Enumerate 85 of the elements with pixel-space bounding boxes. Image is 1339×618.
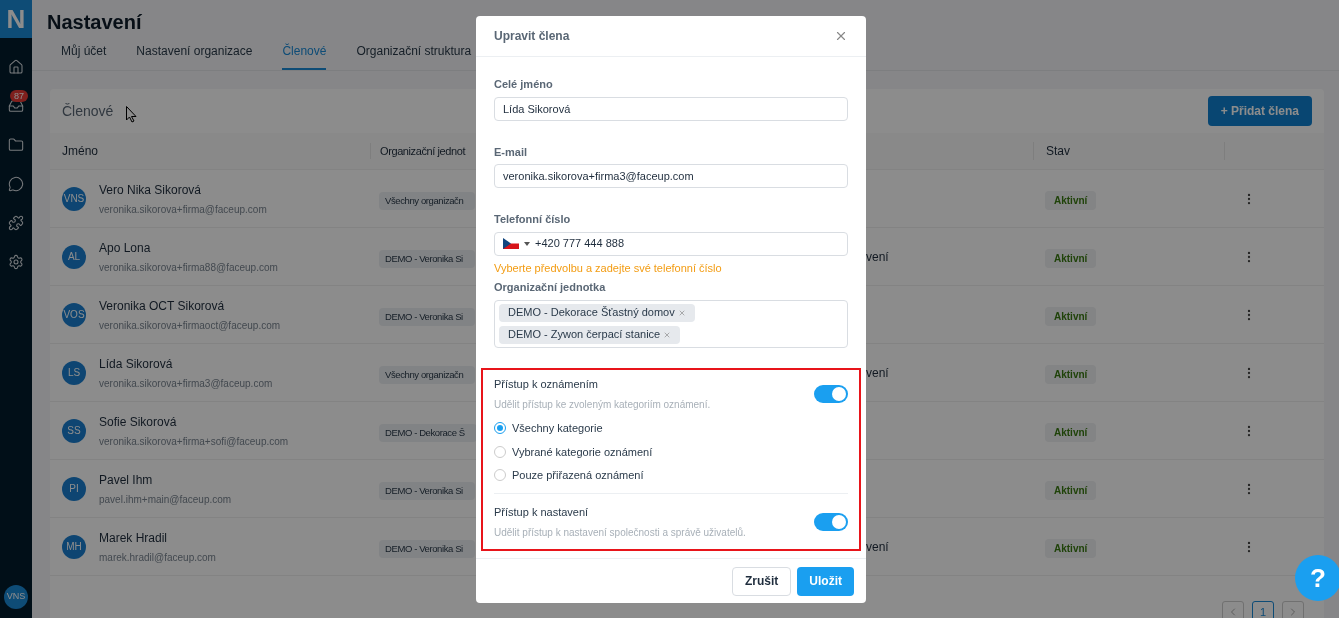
app-logo[interactable]: N [0, 0, 32, 38]
member-avatar: AL [62, 244, 86, 269]
member-email: marek.hradil@faceup.com [99, 550, 216, 565]
member-email: veronika.sikorova+firma+sofi@faceup.com [99, 434, 289, 449]
unit-tag: DEMO - Dekorace Š [379, 423, 477, 442]
status-badge: Aktivní [1045, 306, 1097, 326]
page-title: Nastavení [47, 10, 143, 34]
caret-icon[interactable] [524, 241, 530, 246]
table-cell: vení [866, 539, 889, 554]
radio-label: Pouze přiřazená oznámení [512, 468, 644, 483]
folder-icon[interactable] [8, 137, 24, 153]
column-header: Stav [1033, 142, 1224, 160]
member-email: pavel.ihm+main@faceup.com [99, 492, 232, 507]
tag-label: DEMO - Zywon čerpací stanice [508, 327, 661, 343]
setting-title: Přístup k nastavení [494, 504, 590, 520]
field-label: E-mail [494, 144, 528, 160]
table-cell: vení [866, 365, 889, 380]
setting-description: Udělit přístup ke zvoleným kategoriím oznámení. [494, 398, 711, 412]
member-avatar: VOS [62, 302, 86, 327]
member-name: Marek Hradil [99, 529, 168, 547]
phone-field[interactable]: +420 777 444 888 [494, 231, 848, 256]
page-button[interactable]: 1 [1252, 601, 1274, 618]
setting-description: Udělit přístup k nastavení společnosti a správě uživatelů. [494, 526, 746, 540]
unit-tag: DEMO - Veronika Si [379, 249, 475, 268]
radio-label: Všechny kategorie [512, 421, 603, 436]
unit-tag: Všechny organizačn [379, 191, 476, 210]
member-name: Apo Lona [99, 239, 152, 257]
unit-tag: Všechny organizačn [379, 365, 476, 384]
setting-title: Přístup k oznámením [494, 376, 599, 392]
add-member-button[interactable]: + Přidat člena [1207, 96, 1312, 126]
member-email: veronika.sikorova+firmaoct@faceup.com [99, 318, 281, 333]
tab[interactable]: Organizační struktura [356, 42, 472, 70]
field-hint: Vyberte předvolbu a zadejte své telefonní číslo [494, 260, 723, 276]
user-avatar[interactable]: VNS [4, 585, 28, 609]
save-button[interactable]: Uložit [797, 566, 854, 596]
status-badge: Aktivní [1045, 538, 1097, 558]
member-name: Pavel Ihm [99, 471, 154, 489]
tag-label: DEMO - Dekorace Šťastný domov [508, 305, 675, 321]
toggle-switch[interactable] [814, 384, 848, 403]
member-avatar: LS [62, 360, 86, 385]
member-email: veronika.sikorova+firma@faceup.com [99, 202, 267, 217]
status-badge: Aktivní [1045, 190, 1097, 210]
member-name: Vero Nika Sikorová [99, 181, 203, 199]
settings-icon[interactable] [8, 254, 24, 270]
unit-tag: DEMO - Veronika Si [379, 539, 475, 558]
status-badge: Aktivní [1045, 248, 1097, 268]
member-avatar: SS [62, 418, 86, 443]
toggle-switch[interactable] [814, 512, 848, 531]
field-label: Telefonní číslo [494, 212, 572, 227]
text-field[interactable]: veronika.sikorova+firma3@faceup.com [494, 164, 848, 188]
card-title: Členové [62, 101, 114, 121]
tab[interactable]: Nastavení organizace [136, 42, 253, 70]
member-avatar: MH [62, 534, 86, 559]
column-header: Jméno [61, 143, 100, 160]
home-icon[interactable] [8, 59, 24, 75]
chat-icon[interactable] [8, 176, 24, 192]
member-name: Sofie Sikorová [99, 413, 178, 431]
member-name: Veronika OCT Sikorová [99, 297, 226, 315]
tab[interactable]: Můj účet [61, 42, 107, 70]
status-badge: Aktivní [1045, 480, 1097, 500]
member-email: veronika.sikorova+firma3@faceup.com [99, 376, 273, 391]
phone-value: +420 777 444 888 [535, 236, 624, 252]
table-cell: vení [866, 249, 889, 264]
unit-tag: DEMO - Veronika Si [379, 307, 475, 326]
field-label: Celé jméno [494, 77, 554, 92]
field-label: Organizační jednotka [494, 280, 607, 295]
help-button[interactable]: ? [1295, 555, 1339, 601]
member-name: Lída Sikorová [99, 355, 174, 373]
status-badge: Aktivní [1045, 422, 1097, 442]
member-email: veronika.sikorova+firma88@faceup.com [99, 260, 278, 275]
cancel-button[interactable]: Zrušit [732, 566, 792, 596]
flag-icon [503, 238, 519, 249]
unit-tag: DEMO - Veronika Si [379, 481, 475, 500]
radio-label: Vybrané kategorie oznámení [512, 444, 653, 460]
inbox-icon[interactable] [8, 98, 24, 114]
member-avatar: VNS [62, 186, 86, 211]
dialog-title: Upravit člena [494, 28, 570, 45]
close-icon[interactable] [834, 29, 848, 43]
puzzle-icon[interactable] [8, 215, 24, 231]
text-field[interactable]: Lída Sikorová [494, 96, 848, 121]
member-avatar: PI [62, 476, 86, 501]
cursor-icon [126, 106, 137, 123]
status-badge: Aktivní [1045, 364, 1097, 384]
tab[interactable]: Členové [282, 42, 327, 70]
notification-badge: 87 [10, 90, 28, 102]
